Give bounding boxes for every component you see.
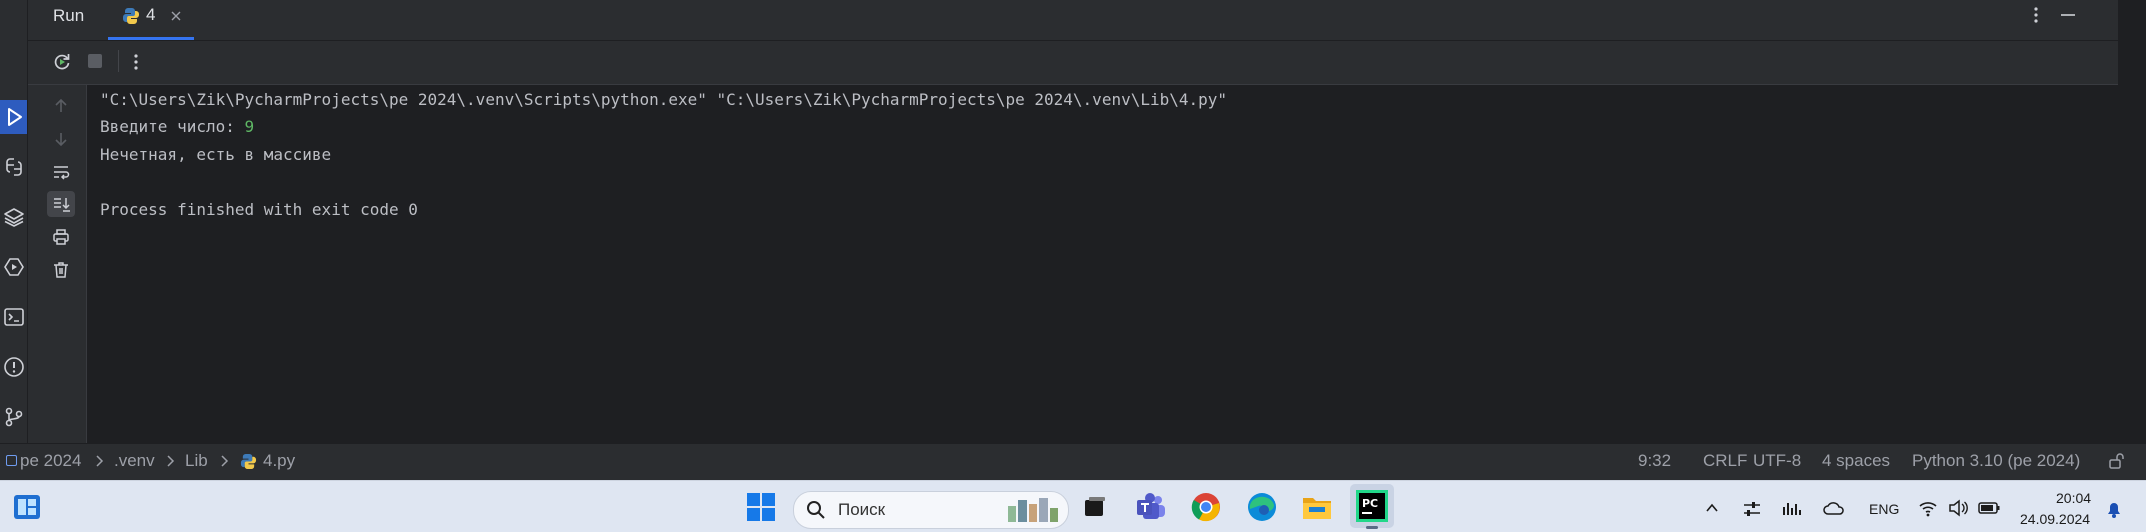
terminal-icon [3,308,24,326]
run-tool-header [28,0,2118,41]
clear-all-button[interactable] [47,257,75,283]
file-explorer-app[interactable] [1299,490,1335,524]
rerun-icon[interactable] [52,52,72,72]
chevron-right-icon [221,455,229,467]
task-view-button[interactable] [1078,490,1112,524]
problems-button[interactable] [0,350,27,384]
arrow-down-icon [55,133,67,147]
git-button[interactable] [0,400,27,434]
trash-icon [54,262,68,278]
line-separator[interactable]: CRLF [1703,451,1747,471]
tool-window-title: Run [53,6,85,25]
taskbar-search-box[interactable]: Поиск [793,491,1069,529]
python-console-button[interactable] [0,150,27,184]
problems-icon [3,357,24,377]
toolbar-divider [118,50,119,72]
notification-bell-icon[interactable] [2104,499,2124,519]
active-app-indicator [1366,526,1378,529]
tool-window-stripe [0,0,28,443]
soft-wrap-icon [54,166,70,180]
arrow-up-icon [55,98,67,112]
project-icon [6,455,17,466]
file-encoding[interactable]: UTF-8 [1753,451,1801,471]
pycharm-app-active[interactable]: PC [1350,484,1394,529]
teams-icon [1137,493,1165,519]
services-icon [3,258,24,276]
widgets-button[interactable] [10,490,44,524]
chevron-up-icon[interactable] [1704,500,1720,516]
run-icon [7,108,22,126]
chevron-right-icon [167,455,175,467]
lock-icon[interactable] [2107,452,2125,470]
run-toolbar [28,41,2118,85]
python-file-icon [123,8,139,24]
user-input-value: 9 [244,117,255,136]
console-line-prompt: Введите число: 9 [100,117,254,136]
soft-wrap-button[interactable] [47,159,75,185]
edge-icon [1248,493,1276,521]
search-icon [807,501,825,519]
input-language[interactable]: ENG [1869,501,1899,517]
layers-icon [3,208,24,227]
breadcrumb-project[interactable]: pe 2024 [20,451,81,471]
caret-position[interactable]: 9:32 [1638,451,1671,471]
toolbar-more-icon[interactable] [128,52,144,72]
minimize-icon[interactable] [2059,6,2077,24]
python-interpreter[interactable]: Python 3.10 (pe 2024) [1912,451,2080,471]
chrome-app[interactable] [1188,490,1224,524]
scroll-down-button[interactable] [47,126,75,152]
wifi-icon[interactable] [1918,499,1938,517]
console-line-exit: Process finished with exit code 0 [100,200,418,219]
close-icon[interactable] [170,10,182,22]
active-tab-indicator [108,37,194,40]
prompt-text: Введите число: [100,117,245,136]
run-tab-label: 4 [146,5,156,24]
console-output[interactable] [87,85,2095,443]
edge-app[interactable] [1244,490,1280,524]
console-line-command: "C:\Users\Zik\PycharmProjects\pe 2024\.v… [100,90,1228,109]
svg-text:PC: PC [1362,497,1378,510]
breadcrumb-venv[interactable]: .venv [114,451,155,471]
stop-icon[interactable] [88,54,102,68]
chrome-icon [1191,493,1220,522]
onedrive-icon[interactable] [1823,500,1845,516]
scroll-up-button[interactable] [47,93,75,119]
run-tab[interactable]: 4 [108,0,194,40]
python-file-icon [240,453,257,470]
print-icon [53,229,69,245]
scroll-to-end-icon [54,198,70,212]
python-console-icon [5,158,22,176]
start-button[interactable] [743,490,779,524]
console-line-result: Нечетная, есть в массиве [100,145,332,164]
search-placeholder: Поиск [838,500,886,519]
audio-meter-icon[interactable] [1782,499,1802,519]
clock-date[interactable]: 24.09.2024 [2020,511,2090,527]
folder-icon [1303,498,1331,519]
widgets-icon [14,495,40,519]
scroll-to-end-button[interactable] [47,191,75,217]
search-highlight-illustration [1008,498,1058,522]
git-branch-icon [5,407,22,427]
console-scrollbar-area[interactable] [2095,85,2146,443]
more-options-icon[interactable] [2028,5,2044,25]
task-view-icon [1085,497,1105,516]
python-packages-button[interactable] [0,200,27,234]
battery-icon[interactable] [1978,501,2000,515]
run-tool-button[interactable] [0,100,27,134]
volume-icon[interactable] [1948,499,1968,517]
pycharm-icon: PC [1356,490,1388,522]
clock-time[interactable]: 20:04 [2056,490,2091,506]
teams-app[interactable] [1133,490,1169,524]
chevron-right-icon [96,455,104,467]
breadcrumb-lib[interactable]: Lib [185,451,208,471]
windows-logo-icon [747,493,775,521]
sliders-icon[interactable] [1742,499,1762,519]
breadcrumb-file[interactable]: 4.py [263,451,295,471]
services-button[interactable] [0,250,27,284]
terminal-button[interactable] [0,300,27,334]
indent-setting[interactable]: 4 spaces [1822,451,1890,471]
print-button[interactable] [47,224,75,250]
